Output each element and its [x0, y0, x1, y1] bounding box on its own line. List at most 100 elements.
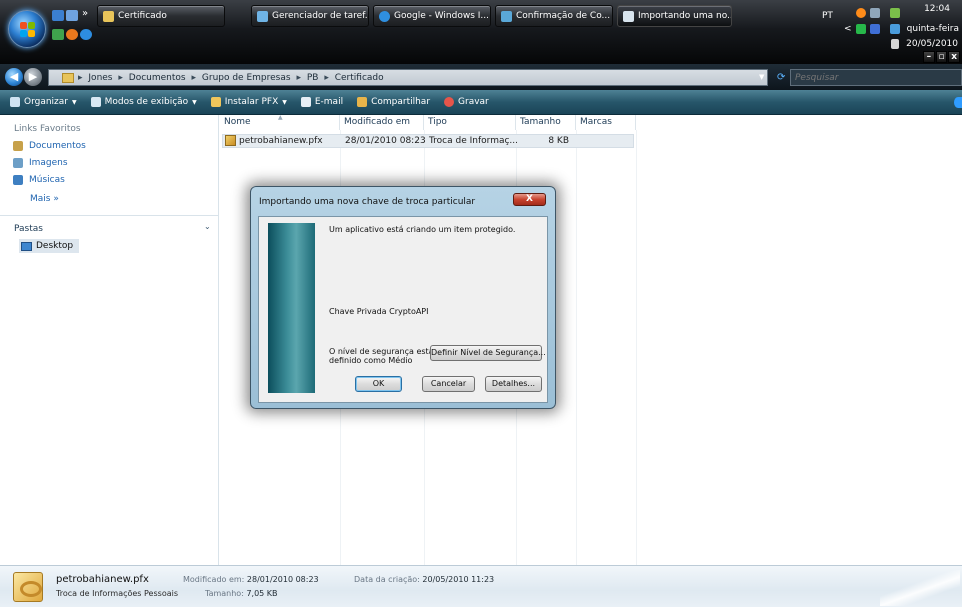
favorite-music[interactable]: Músicas [13, 175, 65, 185]
chevron-down-icon: ▼ [282, 98, 287, 106]
taskbar-button-google[interactable]: Google - Windows I... [373, 5, 491, 27]
switch-windows-icon[interactable] [66, 10, 78, 21]
taskbar-button-label: Google - Windows I... [394, 11, 489, 21]
dialog-icon [623, 11, 634, 22]
chevron-down-icon[interactable]: ⌄ [204, 222, 211, 231]
tray-icon[interactable] [890, 8, 900, 18]
help-icon[interactable] [954, 97, 962, 108]
media-player-icon[interactable] [52, 29, 64, 40]
divider [0, 215, 218, 216]
chevron-down-icon: ▼ [72, 98, 77, 106]
column-header-size[interactable]: Tamanho [516, 115, 576, 130]
ok-button[interactable]: OK [355, 376, 402, 392]
command-label: Organizar [24, 97, 68, 107]
dialog-banner-image [268, 223, 315, 393]
dialog-title: Importando uma nova chave de troca parti… [259, 197, 476, 207]
sort-indicator-icon: ▲ [278, 114, 283, 121]
refresh-icon[interactable]: ⟳ [777, 72, 785, 83]
file-name: petrobahianew.pfx [239, 136, 323, 146]
views-icon [90, 97, 101, 107]
burn-button[interactable]: Gravar [444, 97, 489, 107]
file-modified: 28/01/2010 08:23 [345, 136, 425, 146]
column-header-name[interactable]: Nome ▲ [220, 114, 340, 130]
column-label: Modificado em [344, 117, 411, 127]
address-dropdown-icon[interactable]: ▼ [759, 73, 764, 81]
details-label: Tamanho: [205, 589, 244, 598]
address-bar[interactable]: ▸ Jones ▸ Documentos ▸ Grupo de Empresas… [48, 69, 768, 86]
breadcrumb-item[interactable]: PB [307, 73, 319, 83]
details-modified: Modificado em: 28/01/2010 08:23 [183, 575, 319, 584]
maximize-button[interactable]: ▫ [935, 51, 948, 63]
tree-item-desktop[interactable]: Desktop [19, 239, 79, 253]
breadcrumb-item[interactable]: Grupo de Empresas [202, 73, 291, 83]
cancel-button[interactable]: Cancelar [422, 376, 475, 392]
close-button[interactable]: x [948, 51, 961, 63]
forward-button[interactable]: ▶ [24, 68, 42, 86]
organize-button[interactable]: Organizar ▼ [10, 97, 77, 107]
security-tray-icon[interactable] [870, 24, 880, 34]
antivirus-tray-icon[interactable] [856, 24, 866, 34]
command-label: Modos de exibição [104, 97, 189, 107]
views-button[interactable]: Modos de exibição ▼ [90, 97, 197, 107]
messenger-tray-icon[interactable] [856, 8, 866, 18]
taskbar-button-label: Gerenciador de taref... [272, 11, 369, 21]
clock-time[interactable]: 12:04 [924, 4, 950, 14]
share-button[interactable]: Compartilhar [357, 97, 430, 107]
breadcrumb-separator[interactable]: ▸ [296, 73, 301, 83]
column-header-tags[interactable]: Marcas [576, 115, 636, 130]
start-button[interactable] [8, 10, 46, 48]
network-tray-icon[interactable] [870, 8, 880, 18]
set-security-level-button[interactable]: Definir Nível de Segurança... [430, 345, 546, 361]
messenger-icon[interactable] [80, 29, 92, 40]
command-bar: Organizar ▼ Modos de exibição ▼ Instalar… [0, 90, 962, 115]
dialog-close-button[interactable]: X [513, 193, 546, 206]
favorite-images[interactable]: Imagens [13, 158, 68, 168]
search-input[interactable] [790, 69, 962, 86]
import-key-dialog: Importando uma nova chave de troca parti… [250, 186, 556, 409]
show-desktop-icon[interactable] [52, 10, 64, 21]
taskbar-button-certificado[interactable]: Certificado [97, 5, 225, 27]
breadcrumb-item[interactable]: Documentos [129, 73, 186, 83]
minimize-button[interactable]: – [923, 51, 935, 63]
taskbar-button-importando[interactable]: Importando uma no... [617, 5, 732, 27]
clock-day: quinta-feira [906, 24, 959, 34]
command-label: Compartilhar [371, 97, 431, 107]
install-pfx-button[interactable]: Instalar PFX ▼ [210, 97, 287, 107]
firefox-icon[interactable] [66, 29, 78, 40]
breadcrumb-item[interactable]: Jones [88, 73, 112, 83]
security-level-text: definido como Médio [329, 356, 413, 365]
language-indicator[interactable]: PT [822, 11, 833, 21]
organize-icon [10, 97, 20, 107]
navigation-pane: Links Favoritos Documentos Imagens Músic… [0, 115, 219, 565]
column-divider [576, 130, 577, 565]
taskbar-button-confirmacao[interactable]: Confirmação de Co... [495, 5, 613, 27]
windows-logo-icon [20, 22, 36, 38]
details-button[interactable]: Detalhes... [485, 376, 542, 392]
favorites-more-link[interactable]: Mais » [30, 194, 59, 204]
tray-expand-icon[interactable]: < [844, 24, 852, 34]
column-header-modified[interactable]: Modificado em [340, 115, 424, 130]
decorative-swoosh [880, 570, 960, 606]
back-button[interactable]: ◀ [5, 68, 23, 86]
volume-icon[interactable] [891, 39, 899, 49]
breadcrumb-item[interactable]: Certificado [335, 73, 384, 83]
table-row[interactable]: petrobahianew.pfx 28/01/2010 08:23 Troca… [222, 134, 634, 148]
favorite-label: Documentos [29, 141, 86, 151]
breadcrumb-separator[interactable]: ▸ [118, 73, 123, 83]
breadcrumb-separator[interactable]: ▸ [324, 73, 329, 83]
folder-icon [62, 72, 74, 83]
column-header-type[interactable]: Tipo [424, 115, 516, 130]
certificate-file-icon [225, 135, 236, 146]
taskbar-button-task-manager[interactable]: Gerenciador de taref... [251, 5, 369, 27]
column-headers: Nome ▲ Modificado em Tipo Tamanho Marcas [220, 114, 962, 130]
email-button[interactable]: E-mail [300, 97, 343, 107]
favorite-documents[interactable]: Documentos [13, 141, 86, 151]
breadcrumb-separator: ▸ [78, 72, 83, 83]
details-created: Data da criação: 20/05/2010 11:23 [354, 575, 494, 584]
folders-title[interactable]: Pastas [14, 224, 43, 234]
file-type: Troca de Informaç... [429, 136, 517, 146]
breadcrumb-separator[interactable]: ▸ [191, 73, 196, 83]
dialog-message: Um aplicativo está criando um item prote… [329, 225, 516, 234]
network-status-icon[interactable] [890, 24, 900, 34]
quicklaunch-chevron-icon[interactable]: » [82, 8, 88, 19]
